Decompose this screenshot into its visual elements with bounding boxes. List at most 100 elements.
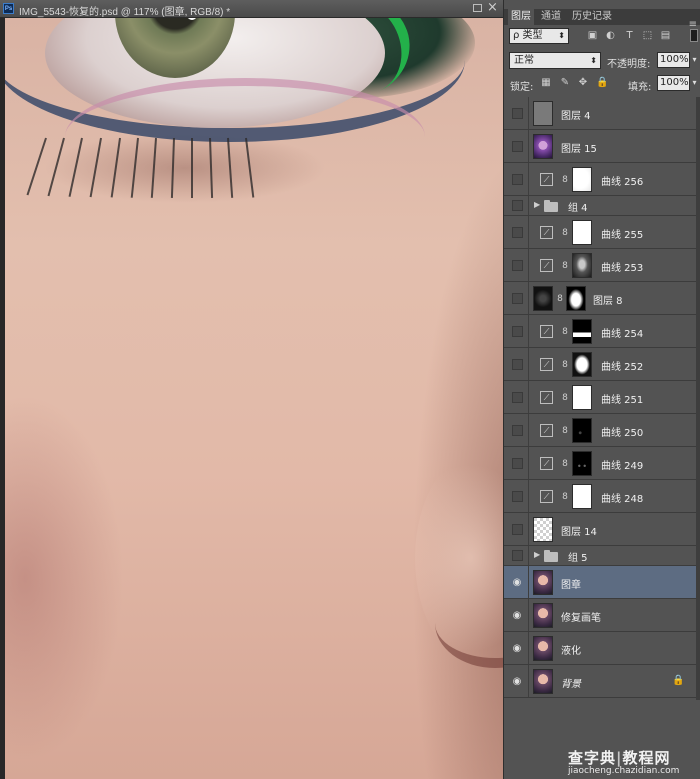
layer-mask-thumbnail[interactable] [572, 385, 592, 410]
visibility-toggle[interactable] [512, 200, 523, 211]
layer-row[interactable]: ◉ 修复画笔 [504, 599, 696, 632]
visibility-eye-icon[interactable]: ◉ [510, 677, 524, 687]
image-canvas[interactable] [5, 18, 503, 779]
curves-adjustment-icon[interactable]: ⟋ [540, 424, 553, 437]
visibility-toggle[interactable] [512, 458, 523, 469]
adjustment-filter-icon[interactable]: ◐ [605, 30, 616, 41]
filter-kind-select[interactable]: ρ 类型 ⬍ [509, 28, 569, 44]
fill-dropdown-icon[interactable]: ▾ [690, 75, 699, 91]
layer-mask-thumbnail[interactable] [572, 352, 592, 377]
layer-thumbnail[interactable] [533, 286, 553, 311]
layer-mask-thumbnail[interactable] [572, 220, 592, 245]
link-chain-icon[interactable]: 8 [556, 293, 564, 305]
visibility-toggle[interactable] [512, 359, 523, 370]
layer-row[interactable]: ◉ 液化 [504, 632, 696, 665]
visibility-eye-icon[interactable]: ◉ [510, 644, 524, 654]
layer-thumbnail[interactable] [533, 570, 553, 595]
visibility-toggle[interactable] [512, 141, 523, 152]
curves-adjustment-icon[interactable]: ⟋ [540, 391, 553, 404]
fill-input[interactable]: 100% [657, 75, 690, 91]
layer-row[interactable]: ⟋ 8 曲线 256 [504, 163, 696, 196]
link-chain-icon[interactable]: 8 [561, 260, 569, 272]
layer-row[interactable]: 图层 15 [504, 130, 696, 163]
layer-row[interactable]: ⟋ 8 曲线 254 [504, 315, 696, 348]
layer-row[interactable]: ◉ 图章 [504, 566, 696, 599]
visibility-toggle[interactable] [512, 550, 523, 561]
layer-row[interactable]: ⟋ 8 曲线 251 [504, 381, 696, 414]
layer-row[interactable]: ⟋ 8 曲线 253 [504, 249, 696, 282]
layer-mask-thumbnail[interactable] [572, 167, 592, 192]
shape-filter-icon[interactable]: ⬚ [642, 30, 653, 41]
lock-move-icon[interactable]: ✥ [577, 77, 589, 89]
tab-channels[interactable]: 通道 [538, 9, 564, 25]
layer-mask-thumbnail[interactable] [572, 319, 592, 344]
layer-row[interactable]: ⟋ 8 曲线 250 [504, 414, 696, 447]
curves-adjustment-icon[interactable]: ⟋ [540, 358, 553, 371]
layer-row[interactable]: 图层 14 [504, 513, 696, 546]
layer-mask-thumbnail[interactable] [572, 253, 592, 278]
layer-list-scrollbar[interactable] [696, 97, 700, 700]
curves-adjustment-icon[interactable]: ⟋ [540, 173, 553, 186]
curves-adjustment-icon[interactable]: ⟋ [540, 259, 553, 272]
curves-adjustment-icon[interactable]: ⟋ [540, 325, 553, 338]
visibility-toggle[interactable] [512, 326, 523, 337]
layer-row[interactable]: ⟋ 8 曲线 248 [504, 480, 696, 513]
link-chain-icon[interactable]: 8 [561, 458, 569, 470]
visibility-toggle[interactable] [512, 491, 523, 502]
link-chain-icon[interactable]: 8 [561, 359, 569, 371]
layer-row[interactable]: 8 图层 8 [504, 282, 696, 315]
document-tab[interactable]: Ps IMG_5543-恢复的.psd @ 117% (图章, RGB/8) *… [0, 0, 503, 18]
lock-transparent-icon[interactable]: ▦ [540, 77, 552, 89]
layer-mask-thumbnail[interactable] [572, 418, 592, 443]
expand-arrow-icon[interactable]: ▶ [534, 200, 540, 209]
link-chain-icon[interactable]: 8 [561, 425, 569, 437]
image-filter-icon[interactable]: ▣ [587, 30, 598, 41]
layer-row[interactable]: ▶ 组 5 [504, 546, 696, 566]
visibility-eye-icon[interactable]: ◉ [510, 611, 524, 621]
expand-arrow-icon[interactable]: ▶ [534, 550, 540, 559]
layer-thumbnail[interactable] [533, 101, 553, 126]
layer-row[interactable]: ⟋ 8 曲线 252 [504, 348, 696, 381]
layer-thumbnail[interactable] [533, 636, 553, 661]
link-chain-icon[interactable]: 8 [561, 227, 569, 239]
layer-mask-thumbnail[interactable] [572, 451, 592, 476]
link-chain-icon[interactable]: 8 [561, 392, 569, 404]
layer-row[interactable]: ⟋ 8 曲线 249 [504, 447, 696, 480]
opacity-dropdown-icon[interactable]: ▾ [690, 52, 699, 68]
layer-row[interactable]: 图层 4 [504, 97, 696, 130]
opacity-input[interactable]: 100% [657, 52, 690, 68]
link-chain-icon[interactable]: 8 [561, 174, 569, 186]
layer-mask-thumbnail[interactable] [572, 484, 592, 509]
visibility-toggle[interactable] [512, 293, 523, 304]
visibility-toggle[interactable] [512, 524, 523, 535]
filter-toggle[interactable] [690, 29, 698, 42]
layer-row[interactable]: ▶ 组 4 [504, 196, 696, 216]
curves-adjustment-icon[interactable]: ⟋ [540, 457, 553, 470]
type-filter-icon[interactable]: T [624, 30, 635, 41]
visibility-toggle[interactable] [512, 392, 523, 403]
link-chain-icon[interactable]: 8 [561, 326, 569, 338]
visibility-toggle[interactable] [512, 425, 523, 436]
curves-adjustment-icon[interactable]: ⟋ [540, 226, 553, 239]
tab-layers[interactable]: 图层 [508, 9, 534, 25]
lock-all-icon[interactable]: 🔒 [596, 77, 608, 89]
layer-mask-thumbnail[interactable] [566, 286, 586, 311]
close-icon[interactable]: × [487, 1, 498, 15]
lock-brush-icon[interactable]: ✎ [559, 77, 571, 89]
layer-thumbnail[interactable] [533, 669, 553, 694]
visibility-toggle[interactable] [512, 108, 523, 119]
maximize-icon[interactable] [473, 4, 482, 12]
layer-thumbnail[interactable] [533, 517, 553, 542]
blend-mode-select[interactable]: 正常 ⬍ [509, 52, 601, 69]
visibility-toggle[interactable] [512, 260, 523, 271]
layer-row[interactable]: ◉ 🔒 背景 [504, 665, 696, 698]
layer-thumbnail[interactable] [533, 134, 553, 159]
layer-thumbnail[interactable] [533, 603, 553, 628]
layer-row[interactable]: ⟋ 8 曲线 255 [504, 216, 696, 249]
visibility-toggle[interactable] [512, 227, 523, 238]
link-chain-icon[interactable]: 8 [561, 491, 569, 503]
tab-history[interactable]: 历史记录 [570, 9, 614, 25]
visibility-toggle[interactable] [512, 174, 523, 185]
visibility-eye-icon[interactable]: ◉ [510, 578, 524, 588]
curves-adjustment-icon[interactable]: ⟋ [540, 490, 553, 503]
